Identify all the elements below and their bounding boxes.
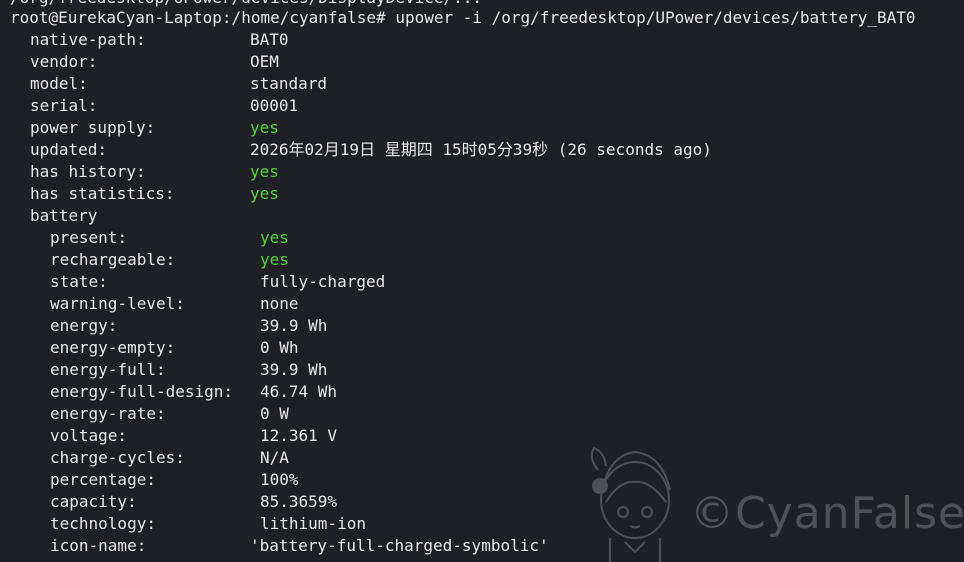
battery-row-technology: technology: lithium-ion — [50, 513, 930, 535]
property-row-has-statistics: has statistics: yes — [30, 183, 930, 205]
property-row-power-supply: power supply: yes — [30, 117, 930, 139]
property-row-updated: updated: 2026年02月19日 星期四 15时05分39秒 (26 s… — [30, 139, 950, 161]
battery-row-charge-cycles: charge-cycles: N/A — [50, 447, 930, 469]
shell-prompt: root@EurekaCyan-Laptop:/home/cyanfalse# — [10, 8, 386, 27]
battery-row-warning-level: warning-level: none — [50, 293, 930, 315]
property-value: 12.361 V — [260, 426, 338, 445]
property-value: 100% — [260, 470, 299, 489]
property-value: 0 Wh — [260, 338, 299, 357]
property-value: 39.9 Wh — [260, 360, 328, 379]
property-value: 46.74 Wh — [260, 382, 338, 401]
property-key: energy: — [50, 316, 118, 335]
property-key: present: — [50, 228, 128, 247]
property-key: serial: — [30, 96, 98, 115]
property-row-model: model: standard — [30, 73, 930, 95]
property-value: yes — [250, 184, 279, 203]
command-line: root@EurekaCyan-Laptop:/home/cyanfalse# … — [10, 7, 916, 29]
battery-row-percentage: percentage: 100% — [50, 469, 930, 491]
property-value: 0 W — [260, 404, 289, 423]
battery-row-rechargeable: rechargeable: yes — [50, 249, 930, 271]
property-key: energy-full-design: — [50, 382, 234, 401]
property-key: vendor: — [30, 52, 98, 71]
property-key: capacity: — [50, 492, 137, 511]
property-key: native-path: — [30, 30, 146, 49]
property-row-serial: serial: 00001 — [30, 95, 930, 117]
property-key: model: — [30, 74, 88, 93]
battery-row-icon-name: icon-name: 'battery-full-charged-symboli… — [50, 535, 930, 557]
property-row-native-path: native-path: BAT0 — [30, 29, 930, 51]
property-value: BAT0 — [250, 30, 289, 49]
property-value: 00001 — [250, 96, 299, 115]
property-key: warning-level: — [50, 294, 185, 313]
property-value: 85.3659% — [260, 492, 338, 511]
property-value: 2026年02月19日 星期四 15时05分39秒 (26 seconds ag… — [250, 140, 712, 159]
battery-row-voltage: voltage: 12.361 V — [50, 425, 930, 447]
property-value: 'battery-full-charged-symbolic' — [250, 536, 549, 555]
property-value: yes — [250, 118, 279, 137]
property-value: lithium-ion — [260, 514, 366, 533]
property-row-has-history: has history: yes — [30, 161, 930, 183]
property-key: energy-full: — [50, 360, 166, 379]
battery-row-energy-rate: energy-rate: 0 W — [50, 403, 930, 425]
battery-row-energy: energy: 39.9 Wh — [50, 315, 930, 337]
property-value: yes — [260, 250, 289, 269]
battery-row-energy-empty: energy-empty: 0 Wh — [50, 337, 930, 359]
property-key: icon-name: — [50, 536, 147, 555]
battery-row-energy-full: energy-full: 39.9 Wh — [50, 359, 930, 381]
property-key: charge-cycles: — [50, 448, 185, 467]
property-value: OEM — [250, 52, 279, 71]
battery-row-present: present: yes — [50, 227, 930, 249]
property-key: state: — [50, 272, 108, 291]
property-key: rechargeable: — [50, 250, 176, 269]
property-key: power supply: — [30, 118, 156, 137]
command-text: upower -i /org/freedesktop/UPower/device… — [385, 8, 916, 27]
property-row-vendor: vendor: OEM — [30, 51, 930, 73]
property-key: voltage: — [50, 426, 128, 445]
property-key: percentage: — [50, 470, 156, 489]
battery-row-energy-full-design: energy-full-design: 46.74 Wh — [50, 381, 930, 403]
property-key: has history: — [30, 162, 146, 181]
property-key: energy-empty: — [50, 338, 176, 357]
battery-section-header: battery — [30, 206, 98, 225]
property-value: 39.9 Wh — [260, 316, 328, 335]
property-value: N/A — [260, 448, 289, 467]
property-key: updated: — [30, 140, 108, 159]
property-key: has statistics: — [30, 184, 175, 203]
property-key: technology: — [50, 514, 156, 533]
property-value: standard — [250, 74, 328, 93]
battery-row-state: state: fully-charged — [50, 271, 930, 293]
property-value: yes — [250, 162, 279, 181]
property-key: energy-rate: — [50, 404, 166, 423]
property-value: none — [260, 294, 299, 313]
property-value: fully-charged — [260, 272, 386, 291]
battery-row-capacity: capacity: 85.3659% — [50, 491, 930, 513]
terminal-window[interactable]: /org/freedesktop/UPower/devices/DisplayD… — [0, 0, 964, 562]
property-value: yes — [260, 228, 289, 247]
